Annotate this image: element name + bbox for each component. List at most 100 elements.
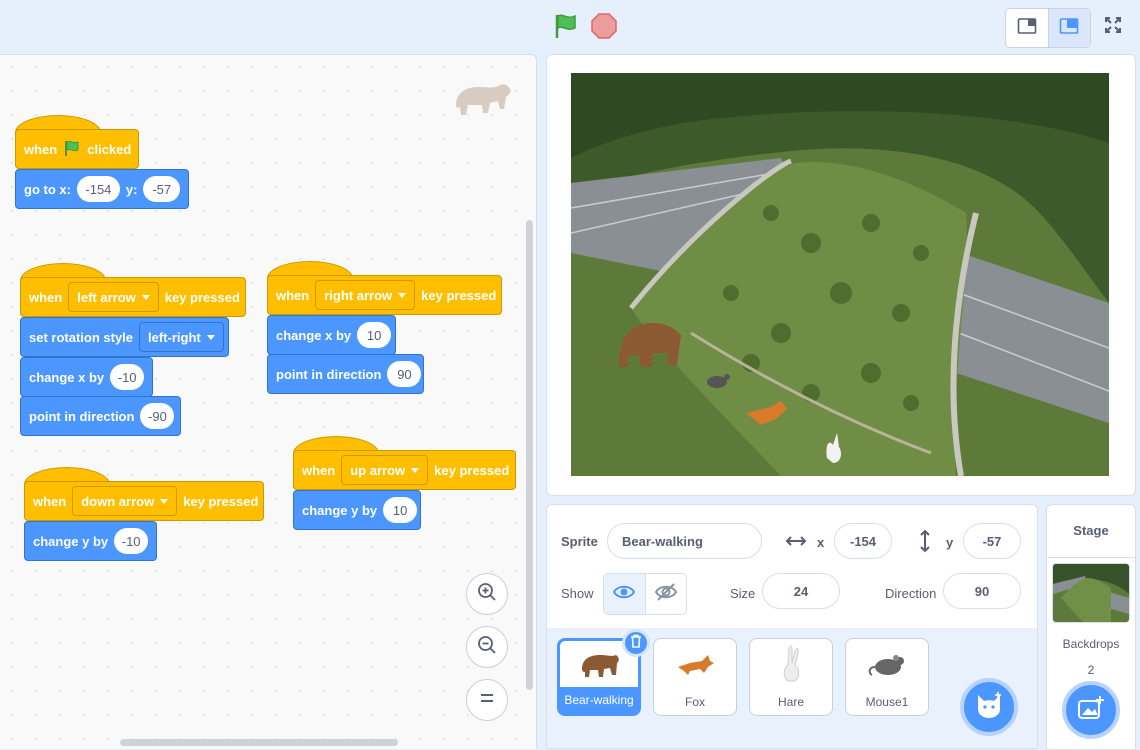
delete-sprite-button[interactable] xyxy=(622,629,650,657)
sprite-name-input[interactable]: Bear-walking xyxy=(607,523,762,559)
key-dropdown[interactable]: up arrow xyxy=(341,455,429,485)
change-x-label: change x by xyxy=(29,369,105,385)
key-pressed-label: key pressed xyxy=(434,462,510,478)
stage-title: Stage xyxy=(1047,505,1135,558)
change-x-block[interactable]: change x by -10 xyxy=(20,357,153,397)
stage-size-toggle xyxy=(1005,8,1091,48)
when-up-arrow-pressed-block[interactable]: when up arrow key pressed xyxy=(293,450,516,490)
sprite-tile-name: Mouse1 xyxy=(865,695,909,709)
vertical-scrollbar[interactable] xyxy=(526,220,533,690)
change-y-label: change y by xyxy=(302,502,378,518)
hat-when-label: when xyxy=(33,493,67,509)
hare-thumbnail-icon xyxy=(780,645,804,688)
small-stage-button[interactable] xyxy=(1006,9,1048,47)
sprite-tile-mouse1[interactable]: Mouse1 xyxy=(845,638,929,716)
rotation-dropdown[interactable]: left-right xyxy=(139,322,224,352)
size-input[interactable]: 24 xyxy=(762,573,840,609)
sprite-tile-fox[interactable]: Fox xyxy=(653,638,737,716)
direction-input[interactable]: 90 xyxy=(387,361,422,387)
hat-when-label: when xyxy=(276,287,310,303)
change-x-input[interactable]: -10 xyxy=(110,364,145,390)
chevron-down-icon xyxy=(398,292,407,298)
show-button[interactable] xyxy=(604,574,645,614)
eye-slash-icon xyxy=(654,582,677,606)
change-x-input[interactable]: 10 xyxy=(357,322,392,348)
zoom-out-button[interactable] xyxy=(466,626,508,668)
goto-x-input[interactable]: -154 xyxy=(76,176,120,202)
hide-button[interactable] xyxy=(644,574,687,614)
key-pressed-label: key pressed xyxy=(183,493,259,509)
x-label: x xyxy=(817,535,825,550)
fullscreen-button[interactable] xyxy=(1094,8,1132,46)
direction-input[interactable]: 90 xyxy=(943,573,1021,609)
sprite-tile-name: Bear-walking xyxy=(560,687,638,713)
change-y-input[interactable]: -10 xyxy=(114,528,149,554)
change-y-block[interactable]: change y by 10 xyxy=(293,490,421,530)
backdrops-label: Backdrops xyxy=(1062,637,1120,651)
chevron-down-icon xyxy=(411,467,420,473)
sprite-tile-bear-walking[interactable]: Bear-walking xyxy=(557,629,650,716)
horizontal-scrollbar[interactable] xyxy=(120,739,398,746)
go-to-xy-block[interactable]: go to x: -154 y: -57 xyxy=(15,169,189,209)
change-y-block[interactable]: change y by -10 xyxy=(24,521,157,561)
when-down-arrow-pressed-block[interactable]: when down arrow key pressed xyxy=(24,481,264,521)
set-rotation-style-block[interactable]: set rotation style left-right xyxy=(20,317,229,357)
when-left-arrow-pressed-block[interactable]: when left arrow key pressed xyxy=(20,277,246,317)
sprite-tile-name: Hare xyxy=(777,695,804,709)
backdrops-count: 2 xyxy=(1087,663,1095,677)
large-stage-icon xyxy=(1059,17,1079,40)
key-dropdown[interactable]: right arrow xyxy=(315,280,416,310)
key-dropdown[interactable]: down arrow xyxy=(72,486,178,516)
image-plus-icon xyxy=(1077,695,1105,726)
mouse-thumbnail-icon xyxy=(866,653,910,682)
key-dropdown-value: left arrow xyxy=(77,289,136,305)
hat-clicked-label: clicked xyxy=(87,141,132,157)
block-green-flag-icon xyxy=(63,139,81,160)
zoom-in-button[interactable] xyxy=(466,573,508,615)
key-dropdown[interactable]: left arrow xyxy=(68,282,159,312)
key-pressed-label: key pressed xyxy=(164,289,240,305)
change-x-label: change x by xyxy=(276,327,352,343)
point-in-direction-block[interactable]: point in direction 90 xyxy=(267,354,424,394)
choose-backdrop-button[interactable] xyxy=(1062,681,1120,739)
point-in-direction-block[interactable]: point in direction -90 xyxy=(20,396,181,436)
code-area[interactable]: when clicked go to x: -154 y: -57 when l… xyxy=(0,54,537,749)
chevron-down-icon xyxy=(160,498,169,504)
stage-panel xyxy=(546,54,1136,496)
change-y-input[interactable]: 10 xyxy=(383,497,418,523)
small-stage-icon xyxy=(1017,17,1037,40)
when-right-arrow-pressed-block[interactable]: when right arrow key pressed xyxy=(267,275,502,315)
sprite-label: Sprite xyxy=(561,534,598,549)
visibility-toggle xyxy=(603,573,687,615)
x-position-input[interactable]: -154 xyxy=(834,523,892,559)
cat-plus-icon xyxy=(974,691,1004,724)
goto-y-input[interactable]: -57 xyxy=(143,176,180,202)
large-stage-button[interactable] xyxy=(1047,9,1090,47)
zoom-in-icon xyxy=(476,581,498,608)
stage-canvas[interactable] xyxy=(571,73,1109,476)
choose-sprite-button[interactable] xyxy=(960,678,1018,736)
top-bar xyxy=(0,0,1140,54)
stop-icon[interactable] xyxy=(590,12,618,40)
sprite-list: Bear-walking Fox Hare Mouse1 xyxy=(546,628,1038,749)
bear-thumbnail-icon xyxy=(580,651,620,686)
zoom-reset-button[interactable] xyxy=(466,679,508,721)
stage-thumbnail[interactable] xyxy=(1052,563,1130,623)
change-x-block[interactable]: change x by 10 xyxy=(267,315,396,355)
fullscreen-icon xyxy=(1103,15,1123,40)
y-position-input[interactable]: -57 xyxy=(963,523,1021,559)
direction-label: point in direction xyxy=(276,366,382,382)
stage-selector-panel[interactable]: Stage Backdrops 2 xyxy=(1046,504,1136,750)
direction-label: point in direction xyxy=(29,408,135,424)
chevron-down-icon xyxy=(141,294,150,300)
when-flag-clicked-block[interactable]: when clicked xyxy=(15,129,139,169)
green-flag-icon[interactable] xyxy=(552,12,580,40)
hat-when-label: when xyxy=(302,462,336,478)
sprite-tile-hare[interactable]: Hare xyxy=(749,638,833,716)
sprite-info-panel: Sprite Bear-walking x -154 y -57 Show Si… xyxy=(546,504,1038,630)
chevron-down-icon xyxy=(206,334,215,340)
size-label: Size xyxy=(730,586,756,601)
direction-input[interactable]: -90 xyxy=(140,403,175,429)
key-dropdown-value: down arrow xyxy=(81,493,155,509)
goto-label: go to x: xyxy=(24,181,71,197)
